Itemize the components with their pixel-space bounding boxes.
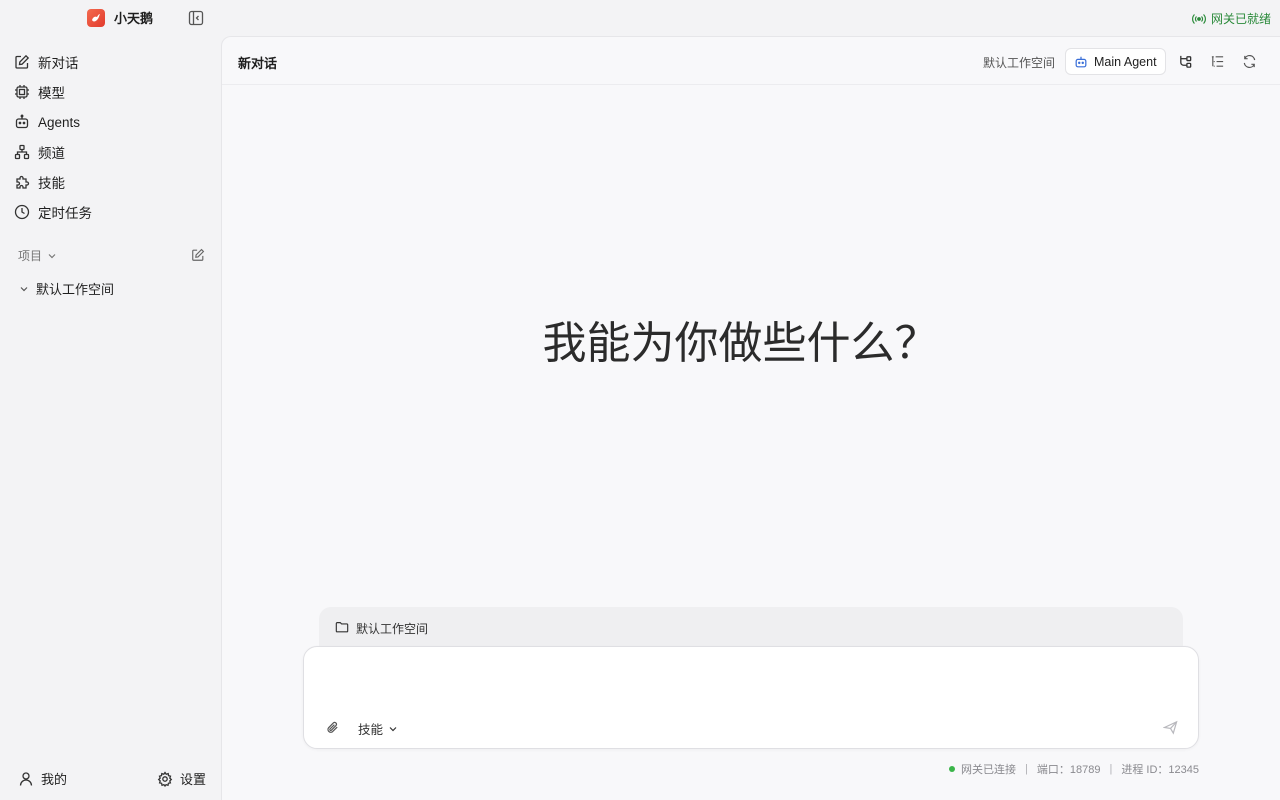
- settings-button[interactable]: 设置: [157, 769, 206, 788]
- skills-dropdown[interactable]: 技能: [358, 719, 399, 738]
- sidebar-item-label: 频道: [38, 146, 65, 161]
- composer-workspace-label: 默认工作空间: [356, 622, 429, 636]
- bot-icon: [1075, 56, 1087, 67]
- composer-workspace-chip[interactable]: 默认工作空间: [319, 607, 1183, 649]
- gear-icon: [157, 770, 173, 787]
- projects-header[interactable]: 项目: [18, 247, 58, 264]
- project-item-default-workspace[interactable]: 默认工作空间: [18, 279, 114, 298]
- profile-button[interactable]: 我的: [18, 769, 67, 788]
- edit-icon: [14, 54, 30, 70]
- projects-label: 项目: [18, 249, 43, 263]
- sidebar-item-label: 定时任务: [38, 206, 92, 221]
- clock-icon: [14, 204, 30, 220]
- bot-icon: [14, 114, 30, 130]
- skills-label: 技能: [358, 723, 384, 737]
- port-info: 端口：18789: [1036, 764, 1101, 776]
- status-dot: [949, 766, 956, 772]
- new-project-edit-icon[interactable]: [190, 247, 206, 263]
- gateway-status-text: 网关已就绪: [1210, 12, 1271, 26]
- gateway-status: 网关已就绪: [1192, 10, 1271, 27]
- puzzle-icon: [14, 174, 30, 190]
- list-tree-icon[interactable]: [1209, 53, 1225, 69]
- settings-label: 设置: [180, 772, 207, 787]
- sidebar-item-new-chat[interactable]: 新对话: [8, 48, 212, 76]
- process-id: 进程 ID：12345: [1121, 764, 1199, 776]
- brand: 小天鹅: [87, 8, 153, 27]
- app-name: 小天鹅: [114, 11, 154, 26]
- send-icon[interactable]: [1162, 719, 1178, 735]
- project-label: 默认工作空间: [36, 282, 115, 297]
- paperclip-icon[interactable]: [324, 719, 340, 735]
- sidebar-item-models[interactable]: 模型: [8, 78, 212, 106]
- sidebar-item-label: 模型: [38, 86, 65, 101]
- agent-label: Main Agent: [1094, 54, 1157, 69]
- chevron-down-icon: [389, 726, 397, 731]
- user-icon: [19, 771, 33, 786]
- network-icon: [14, 144, 30, 160]
- agent-selector-button[interactable]: Main Agent: [1065, 48, 1166, 75]
- branch-icon[interactable]: [1177, 53, 1193, 69]
- chevron-down-icon: [20, 286, 28, 291]
- top-bar: 小天鹅 网关已就绪: [0, 0, 1280, 36]
- main-header: 新对话 默认工作空间 Main Agent: [222, 37, 1280, 85]
- connection-status-bar: 网关已连接 | 端口：18789 | 进程 ID：12345: [949, 761, 1199, 777]
- sidebar-item-skills[interactable]: 技能: [8, 168, 212, 196]
- message-input[interactable]: [320, 659, 1180, 703]
- sidebar: 新对话 模型 Agents 频道 技能 定时任务 项目 默认工作空间 我的 设置: [0, 36, 220, 800]
- swan-logo-icon: [87, 8, 105, 27]
- page-title: 新对话: [238, 56, 278, 71]
- sidebar-toggle-icon[interactable]: [187, 9, 205, 27]
- sidebar-item-label: Agents: [38, 114, 81, 130]
- separator: |: [1109, 763, 1113, 775]
- chevron-down-icon: [48, 253, 56, 258]
- sidebar-item-label: 技能: [38, 176, 65, 191]
- sidebar-item-scheduled-tasks[interactable]: 定时任务: [8, 198, 212, 226]
- separator: |: [1025, 763, 1028, 775]
- hero-heading: 我能为你做些什么？: [542, 318, 939, 369]
- workspace-selector[interactable]: 默认工作空间: [983, 54, 1055, 71]
- composer: 技能: [303, 646, 1199, 749]
- sidebar-item-label: 新对话: [38, 56, 79, 71]
- main-panel: 新对话 默认工作空间 Main Agent 我能为你做些什么？ 默认工作空间 技…: [221, 36, 1280, 800]
- refresh-icon[interactable]: [1241, 53, 1257, 69]
- connection-status: 网关已连接: [961, 764, 1017, 776]
- chip-icon: [14, 84, 30, 100]
- sidebar-item-agents[interactable]: Agents: [8, 108, 212, 136]
- profile-label: 我的: [41, 772, 68, 787]
- folder-icon: [335, 622, 349, 633]
- sidebar-item-channels[interactable]: 频道: [8, 138, 212, 166]
- broadcast-icon: [1192, 13, 1206, 24]
